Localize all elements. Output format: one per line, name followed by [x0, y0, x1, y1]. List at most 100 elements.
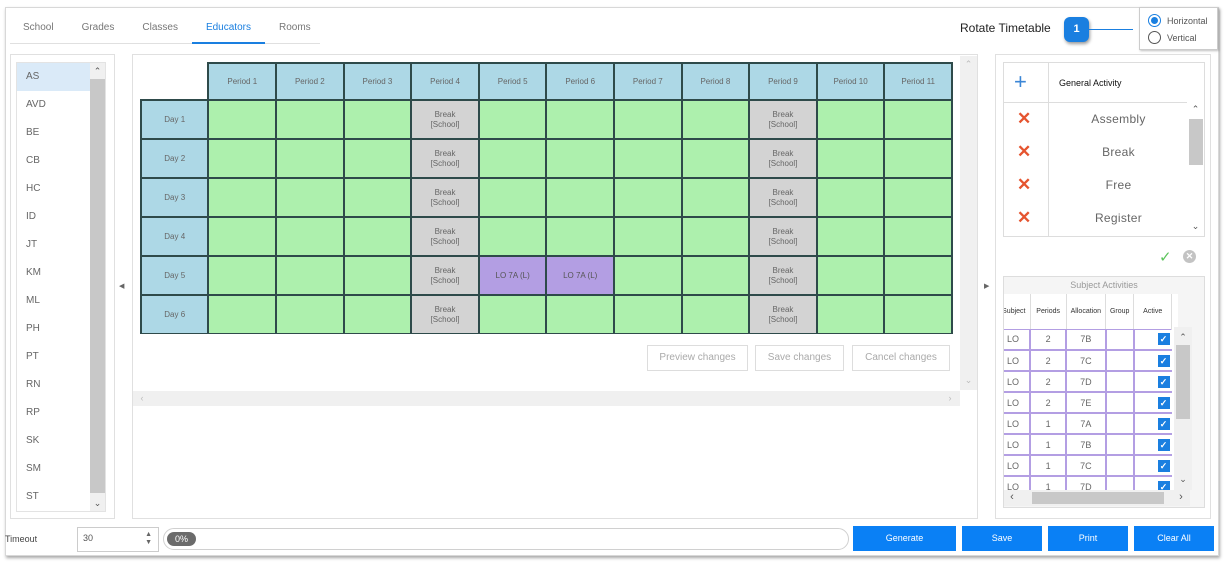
general-activity-item[interactable]: ✕ Break — [1004, 137, 1188, 170]
active-checkbox[interactable]: ✓ — [1157, 417, 1170, 430]
educator-item[interactable]: PT — [17, 343, 90, 371]
break-slot[interactable]: Break [School] — [748, 216, 818, 257]
radio-checked-icon[interactable] — [1148, 14, 1161, 27]
general-activity-item[interactable]: ✕ Register — [1004, 203, 1188, 236]
column-header[interactable]: Group — [1105, 294, 1135, 329]
free-slot[interactable] — [545, 294, 615, 334]
free-slot[interactable] — [680, 294, 751, 334]
scroll-down-icon[interactable]: ⌄ — [90, 497, 105, 509]
plus-icon[interactable]: + — [1014, 70, 1027, 94]
tab-classes[interactable]: Classes — [128, 14, 192, 44]
active-checkbox[interactable]: ✓ — [1157, 459, 1170, 472]
educator-item[interactable]: SK — [17, 427, 90, 455]
free-slot[interactable] — [207, 99, 278, 140]
educator-item[interactable]: JT — [17, 231, 90, 259]
general-activity-item[interactable]: ✕ Free — [1004, 170, 1188, 203]
subject-activities-vscrollbar[interactable]: ⌃ ⌄ — [1174, 327, 1192, 490]
cancel-circle-icon[interactable]: ✕ — [1183, 250, 1196, 263]
free-slot[interactable] — [680, 177, 751, 218]
educator-item[interactable]: SM — [17, 455, 90, 483]
free-slot[interactable] — [613, 177, 683, 218]
cancel-changes-button[interactable]: Cancel changes — [852, 345, 950, 371]
free-slot[interactable] — [275, 216, 345, 257]
subject-activity-row[interactable]: LO 2 7B ✓ — [1004, 328, 1172, 351]
scroll-down-icon[interactable]: ⌄ — [1174, 473, 1192, 485]
free-slot[interactable] — [342, 138, 413, 179]
free-slot[interactable] — [815, 177, 886, 218]
break-slot[interactable]: Break [School] — [410, 99, 480, 140]
tab-grades[interactable]: Grades — [68, 14, 129, 44]
active-checkbox[interactable]: ✓ — [1157, 438, 1170, 451]
timetable-hscrollbar[interactable]: ‹ › — [133, 391, 960, 406]
save-button[interactable]: Save — [962, 526, 1042, 551]
educator-item[interactable]: RN — [17, 371, 90, 399]
free-slot[interactable] — [207, 177, 278, 218]
column-header[interactable]: Allocation — [1066, 294, 1107, 329]
free-slot[interactable] — [342, 99, 413, 140]
free-slot[interactable] — [613, 216, 683, 257]
free-slot[interactable] — [207, 216, 278, 257]
free-slot[interactable] — [815, 255, 886, 296]
break-slot[interactable]: Break [School] — [410, 216, 480, 257]
confirm-check-icon[interactable]: ✓ — [1159, 248, 1172, 266]
break-slot[interactable]: Break [School] — [410, 294, 480, 334]
scroll-up-icon[interactable]: ⌃ — [1187, 103, 1204, 115]
scrollbar-thumb[interactable] — [1032, 492, 1164, 504]
tab-school[interactable]: School — [10, 14, 68, 44]
educator-item[interactable]: HC — [17, 175, 90, 203]
lesson-slot[interactable]: LO 7A (L) — [545, 255, 615, 296]
free-slot[interactable] — [207, 138, 278, 179]
active-checkbox[interactable]: ✓ — [1157, 333, 1170, 346]
subject-activity-row[interactable]: LO 1 7A ✓ — [1004, 412, 1172, 435]
free-slot[interactable] — [883, 255, 953, 296]
educator-item[interactable]: KM — [17, 259, 90, 287]
free-slot[interactable] — [545, 177, 615, 218]
free-slot[interactable] — [883, 99, 953, 140]
free-slot[interactable] — [613, 294, 683, 334]
scroll-right-icon[interactable]: › — [1176, 491, 1186, 503]
delete-icon[interactable]: ✕ — [1017, 208, 1031, 228]
break-slot[interactable]: Break [School] — [748, 138, 818, 179]
free-slot[interactable] — [477, 216, 548, 257]
column-header[interactable]: Subject — [1004, 294, 1031, 329]
timeout-stepper[interactable]: ▲ ▼ — [145, 531, 152, 547]
subject-activities-hscrollbar[interactable]: ‹ › — [1004, 490, 1190, 506]
collapse-left-icon[interactable]: ◀ — [119, 282, 124, 290]
free-slot[interactable] — [680, 138, 751, 179]
lesson-slot[interactable]: LO 7A (L) — [477, 255, 548, 296]
educator-item[interactable]: ID — [17, 203, 90, 231]
subject-activity-row[interactable]: LO 2 7D ✓ — [1004, 370, 1172, 393]
free-slot[interactable] — [815, 99, 886, 140]
radio-horizontal[interactable]: Horizontal — [1148, 12, 1217, 29]
subject-activity-row[interactable]: LO 2 7E ✓ — [1004, 391, 1172, 414]
timeout-input[interactable]: 30 ▲ ▼ — [77, 527, 159, 552]
educator-item[interactable]: CB — [17, 147, 90, 175]
break-slot[interactable]: Break [School] — [748, 294, 818, 334]
free-slot[interactable] — [342, 294, 413, 334]
scroll-down-icon[interactable]: ⌄ — [1187, 220, 1204, 232]
stepper-down-icon[interactable]: ▼ — [145, 539, 152, 547]
educator-item[interactable]: AS — [17, 63, 90, 91]
educator-item[interactable]: RP — [17, 399, 90, 427]
general-activity-scrollbar[interactable]: ⌃ ⌄ — [1187, 101, 1204, 236]
free-slot[interactable] — [883, 177, 953, 218]
break-slot[interactable]: Break [School] — [748, 255, 818, 296]
active-checkbox[interactable]: ✓ — [1157, 396, 1170, 409]
stepper-up-icon[interactable]: ▲ — [145, 531, 152, 539]
free-slot[interactable] — [207, 255, 278, 296]
scroll-down-icon[interactable]: ⌄ — [960, 374, 977, 386]
educator-item[interactable]: PH — [17, 315, 90, 343]
free-slot[interactable] — [883, 294, 953, 334]
column-header[interactable]: Periods — [1030, 294, 1067, 329]
subject-activity-row[interactable]: LO 1 7B ✓ — [1004, 433, 1172, 456]
general-activity-item[interactable]: ✕ Assembly — [1004, 104, 1188, 137]
subject-activity-row[interactable]: LO 2 7C ✓ — [1004, 349, 1172, 372]
break-slot[interactable]: Break [School] — [748, 177, 818, 218]
scroll-left-icon[interactable]: ‹ — [137, 392, 147, 404]
clear-all-button[interactable]: Clear All — [1134, 526, 1214, 551]
free-slot[interactable] — [815, 216, 886, 257]
educator-list-scrollbar[interactable]: ⌃ ⌄ — [90, 63, 105, 511]
collapse-right-icon[interactable]: ▶ — [984, 282, 989, 290]
active-checkbox[interactable]: ✓ — [1157, 354, 1170, 367]
break-slot[interactable]: Break [School] — [410, 177, 480, 218]
